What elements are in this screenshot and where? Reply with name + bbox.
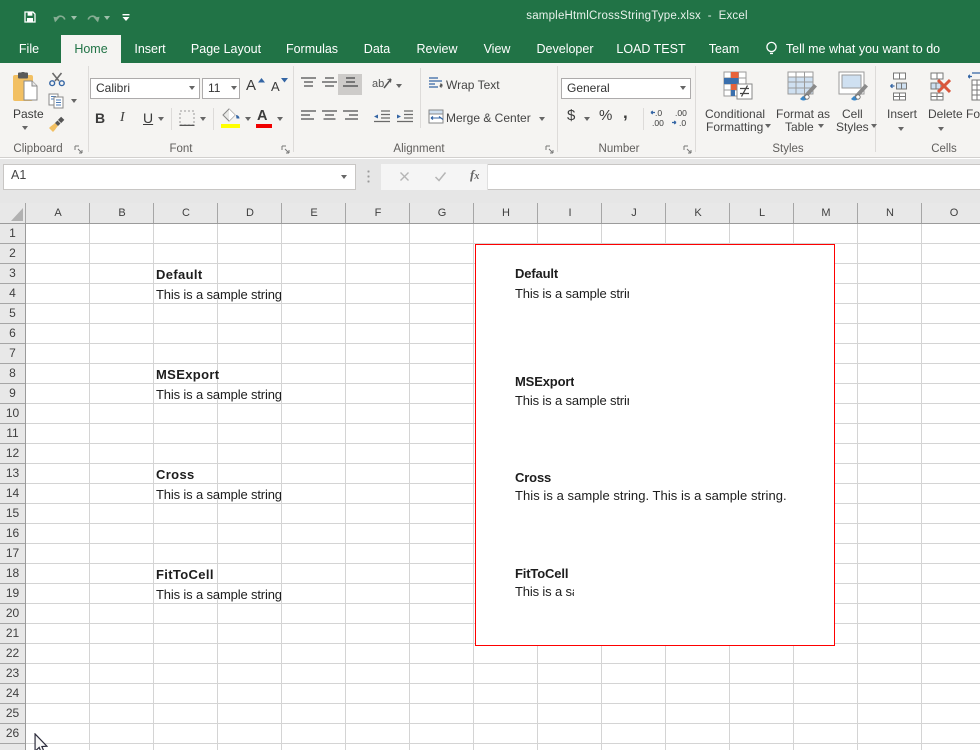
svg-text:.0: .0 bbox=[679, 118, 686, 128]
svg-text:.00: .00 bbox=[675, 108, 687, 118]
svg-text:.0: .0 bbox=[655, 108, 662, 118]
svg-text:.00: .00 bbox=[652, 118, 664, 128]
svg-text:ab: ab bbox=[372, 78, 384, 90]
